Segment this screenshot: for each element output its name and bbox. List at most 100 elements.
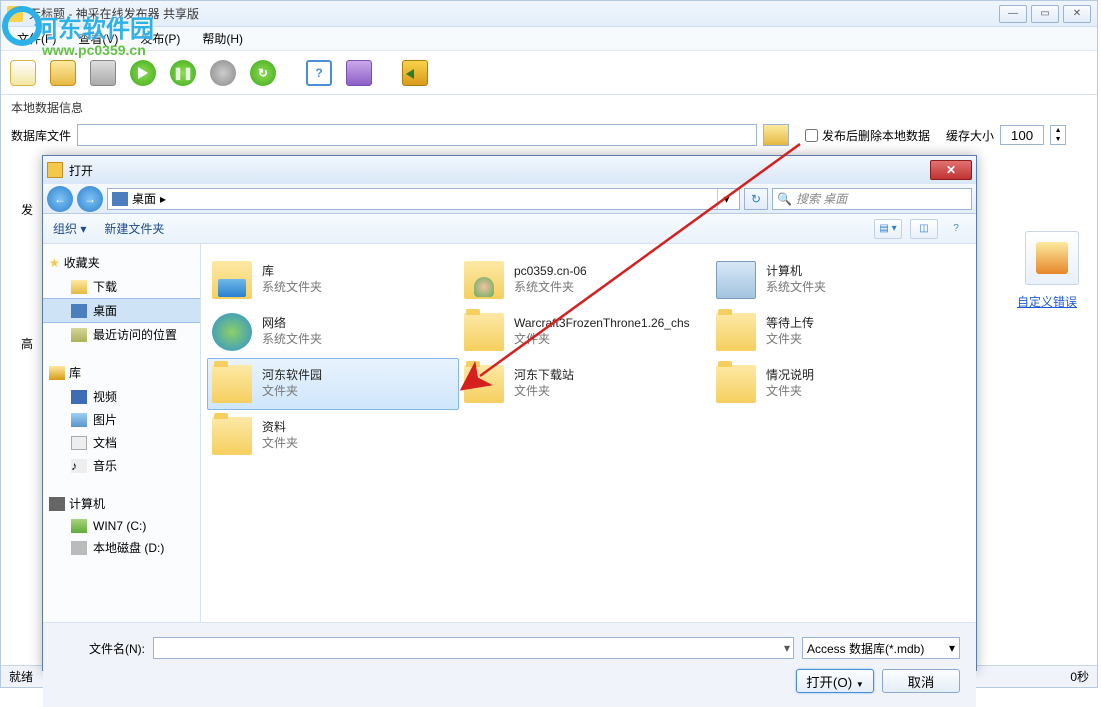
address-text: 桌面 [132,190,156,207]
file-type: 系统文件夹 [262,280,322,296]
preview-pane-button[interactable]: ◫ [910,219,938,239]
save-button[interactable] [87,57,119,89]
address-bar[interactable]: 桌面 ▸ ▾ [107,188,740,210]
file-item[interactable]: 河东软件园文件夹 [207,358,459,410]
help-button[interactable]: ? [303,57,335,89]
newfolder-button[interactable]: 新建文件夹 [104,220,164,237]
browse-button[interactable] [763,124,789,146]
folder-icon [212,365,252,403]
maximize-button[interactable]: ▭ [1031,5,1059,23]
file-area: 库系统文件夹pc0359.cn-06系统文件夹计算机系统文件夹网络系统文件夹Wa… [201,244,976,622]
delete-checkbox-input[interactable] [805,129,818,142]
folder-icon [464,365,504,403]
file-name: 等待上传 [766,316,814,332]
file-item[interactable]: 河东下载站文件夹 [459,358,711,410]
play-button[interactable] [127,57,159,89]
module-icon[interactable] [1025,231,1079,285]
sidebar-item-downloads[interactable]: 下载 [43,275,200,298]
menubar: 文件(F) 查看(V) 发布(P) 帮助(H) [1,27,1097,51]
file-item[interactable]: 情况说明文件夹 [711,358,963,410]
exit-button[interactable] [399,57,431,89]
sidebar-favorites[interactable]: ★收藏夹 [43,250,200,275]
help-icon[interactable]: ? [946,219,966,239]
sidebar-item-documents[interactable]: 文档 [43,431,200,454]
view-mode-button[interactable]: ▤ ▾ [874,219,902,239]
db-path-input[interactable] [77,124,757,146]
comp-icon [716,261,756,299]
row-label: 高 [21,335,33,352]
file-name: 计算机 [766,264,826,280]
minimize-button[interactable]: — [999,5,1027,23]
filename-input[interactable]: ▾ [153,637,794,659]
file-name: 河东下载站 [514,368,574,384]
folder-icon [464,313,504,351]
open-confirm-button[interactable]: 打开(O) ▼ [796,669,874,693]
db-row: 数据库文件 发布后删除本地数据 缓存大小 ▲▼ [1,120,1097,150]
file-item[interactable]: 资料文件夹 [207,410,459,462]
file-type: 文件夹 [514,384,574,400]
organize-button[interactable]: 组织 ▾ [53,220,86,237]
folder-icon [212,417,252,455]
status-right: 0秒 [1070,668,1089,685]
sidebar-computer[interactable]: 计算机 [43,491,200,516]
file-type-select[interactable]: Access 数据库(*.mdb)▾ [802,637,960,659]
custom-error-link[interactable]: 自定义错误 [1017,293,1087,310]
sidebar-item-desktop[interactable]: 桌面 [43,298,200,323]
cache-spin[interactable]: ▲▼ [1050,125,1066,145]
menu-help[interactable]: 帮助(H) [192,28,253,49]
cancel-button[interactable]: 取消 [882,669,960,693]
file-item[interactable]: 计算机系统文件夹 [711,254,963,306]
user-icon [464,261,504,299]
delete-checkbox-label: 发布后删除本地数据 [822,127,930,144]
sidebar: ★收藏夹 下载 桌面 最近访问的位置 库 视频 图片 文档 ♪音乐 计算机 WI… [43,244,201,622]
file-type: 文件夹 [514,332,690,348]
nav-back-button[interactable]: ← [47,186,73,212]
sidebar-item-drive-d[interactable]: 本地磁盘 (D:) [43,536,200,559]
file-item[interactable]: 网络系统文件夹 [207,306,459,358]
dialog-close-button[interactable]: ✕ [930,160,972,180]
right-panel: 自定义错误 [1017,231,1087,310]
toolbar: ❚❚ ↻ ? [1,51,1097,95]
pause-button[interactable]: ❚❚ [167,57,199,89]
section-label: 本地数据信息 [1,95,1097,120]
close-button[interactable]: ✕ [1063,5,1091,23]
search-input[interactable]: 🔍 搜索 桌面 [772,188,972,210]
file-type: 文件夹 [766,332,814,348]
file-type: 文件夹 [262,384,322,400]
address-drop-icon[interactable]: ▾ [717,189,735,209]
stop-button[interactable] [207,57,239,89]
open-dialog: 打开 ✕ ← → 桌面 ▸ ▾ ↻ 🔍 搜索 桌面 组织 ▾ 新建文件夹 ▤ ▾… [42,155,977,671]
sidebar-item-drive-c[interactable]: WIN7 (C:) [43,516,200,536]
file-name: pc0359.cn-06 [514,264,587,280]
cache-size-input[interactable] [1000,125,1044,145]
sidebar-item-pictures[interactable]: 图片 [43,408,200,431]
refresh-button[interactable]: ↻ [247,57,279,89]
file-item[interactable]: 等待上传文件夹 [711,306,963,358]
file-item[interactable]: 库系统文件夹 [207,254,459,306]
file-type: 文件夹 [766,384,814,400]
watermark-url: www.pc0359.cn [42,42,154,58]
file-type: 文件夹 [262,436,298,452]
watermark-logo-icon [2,6,42,46]
file-type: 系统文件夹 [766,280,826,296]
folder-icon [716,313,756,351]
search-placeholder: 搜索 桌面 [796,190,847,207]
window-title: 无标题 - 神采在线发布器 共享版 [29,5,999,22]
db-label: 数据库文件 [11,127,71,144]
sidebar-item-music[interactable]: ♪音乐 [43,454,200,477]
file-item[interactable]: Warcraft3FrozenThrone1.26_chs文件夹 [459,306,711,358]
net-icon [212,313,252,351]
nav-refresh-button[interactable]: ↻ [744,188,768,210]
sidebar-libraries[interactable]: 库 [43,360,200,385]
dialog-titlebar: 打开 ✕ [43,156,976,184]
open-button[interactable] [47,57,79,89]
delete-after-publish-checkbox[interactable]: 发布后删除本地数据 [805,127,930,144]
file-item[interactable]: pc0359.cn-06系统文件夹 [459,254,711,306]
dialog-footer: 文件名(N): ▾ Access 数据库(*.mdb)▾ 打开(O) ▼ 取消 [43,622,976,707]
settings-button[interactable] [343,57,375,89]
sidebar-item-video[interactable]: 视频 [43,385,200,408]
file-name: 河东软件园 [262,368,322,384]
new-button[interactable] [7,57,39,89]
nav-forward-button[interactable]: → [77,186,103,212]
sidebar-item-recent[interactable]: 最近访问的位置 [43,323,200,346]
